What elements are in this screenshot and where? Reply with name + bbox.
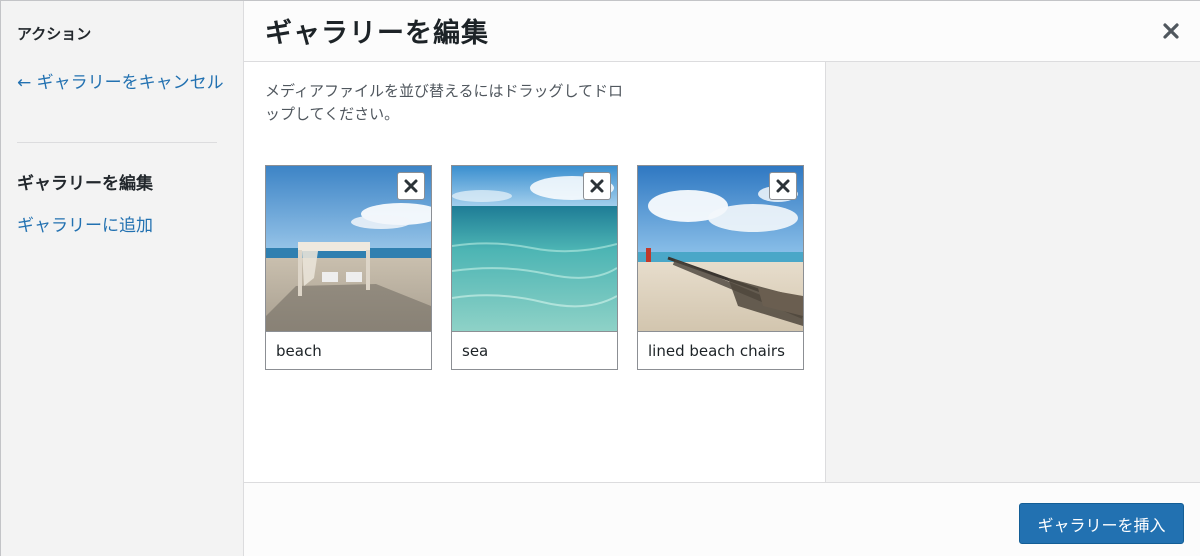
actions-sidebar: アクション ← ギャラリーをキャンセル ギャラリーを編集 ギャラリーに追加 (1, 1, 244, 556)
image-thumbnail[interactable] (452, 166, 617, 332)
insert-gallery-button[interactable]: ギャラリーを挿入 (1019, 503, 1184, 544)
remove-icon[interactable] (769, 172, 797, 200)
instructions-text: メディアファイルを並び替えるにはドラッグしてドロップしてください。 (265, 82, 624, 123)
sidebar-item-edit-gallery: ギャラリーを編集 (17, 174, 153, 194)
modal-header: ギャラリーを編集 (244, 1, 1200, 62)
remove-icon[interactable] (397, 172, 425, 200)
image-caption: beach (276, 342, 322, 360)
sidebar-divider (17, 142, 217, 143)
image-caption: lined beach chairs (648, 342, 785, 360)
image-thumbnail[interactable] (638, 166, 803, 332)
remove-icon[interactable] (583, 172, 611, 200)
image-caption: sea (462, 342, 489, 360)
gallery-item-beach[interactable]: beach (265, 165, 432, 370)
cancel-gallery-link[interactable]: ← ギャラリーをキャンセル (17, 71, 227, 95)
gallery-item-lined-beach-chairs[interactable]: lined beach chairs (637, 165, 804, 370)
sidebar-heading: アクション (17, 25, 92, 43)
image-thumbnail[interactable] (266, 166, 431, 332)
gallery-content: メディアファイルを並び替えるにはドラッグしてドロップしてください。 beach … (244, 62, 825, 482)
sidebar-item-add-to-gallery[interactable]: ギャラリーに追加 (17, 211, 153, 236)
gallery-item-sea[interactable]: sea (451, 165, 618, 370)
media-modal: アクション ← ギャラリーをキャンセル ギャラリーを編集 ギャラリーに追加 ギャ… (0, 0, 1200, 556)
close-icon[interactable] (1159, 19, 1183, 43)
gallery-settings-pane (825, 62, 1200, 482)
modal-footer: ギャラリーを挿入 (244, 482, 1200, 556)
page-title: ギャラリーを編集 (265, 18, 489, 49)
